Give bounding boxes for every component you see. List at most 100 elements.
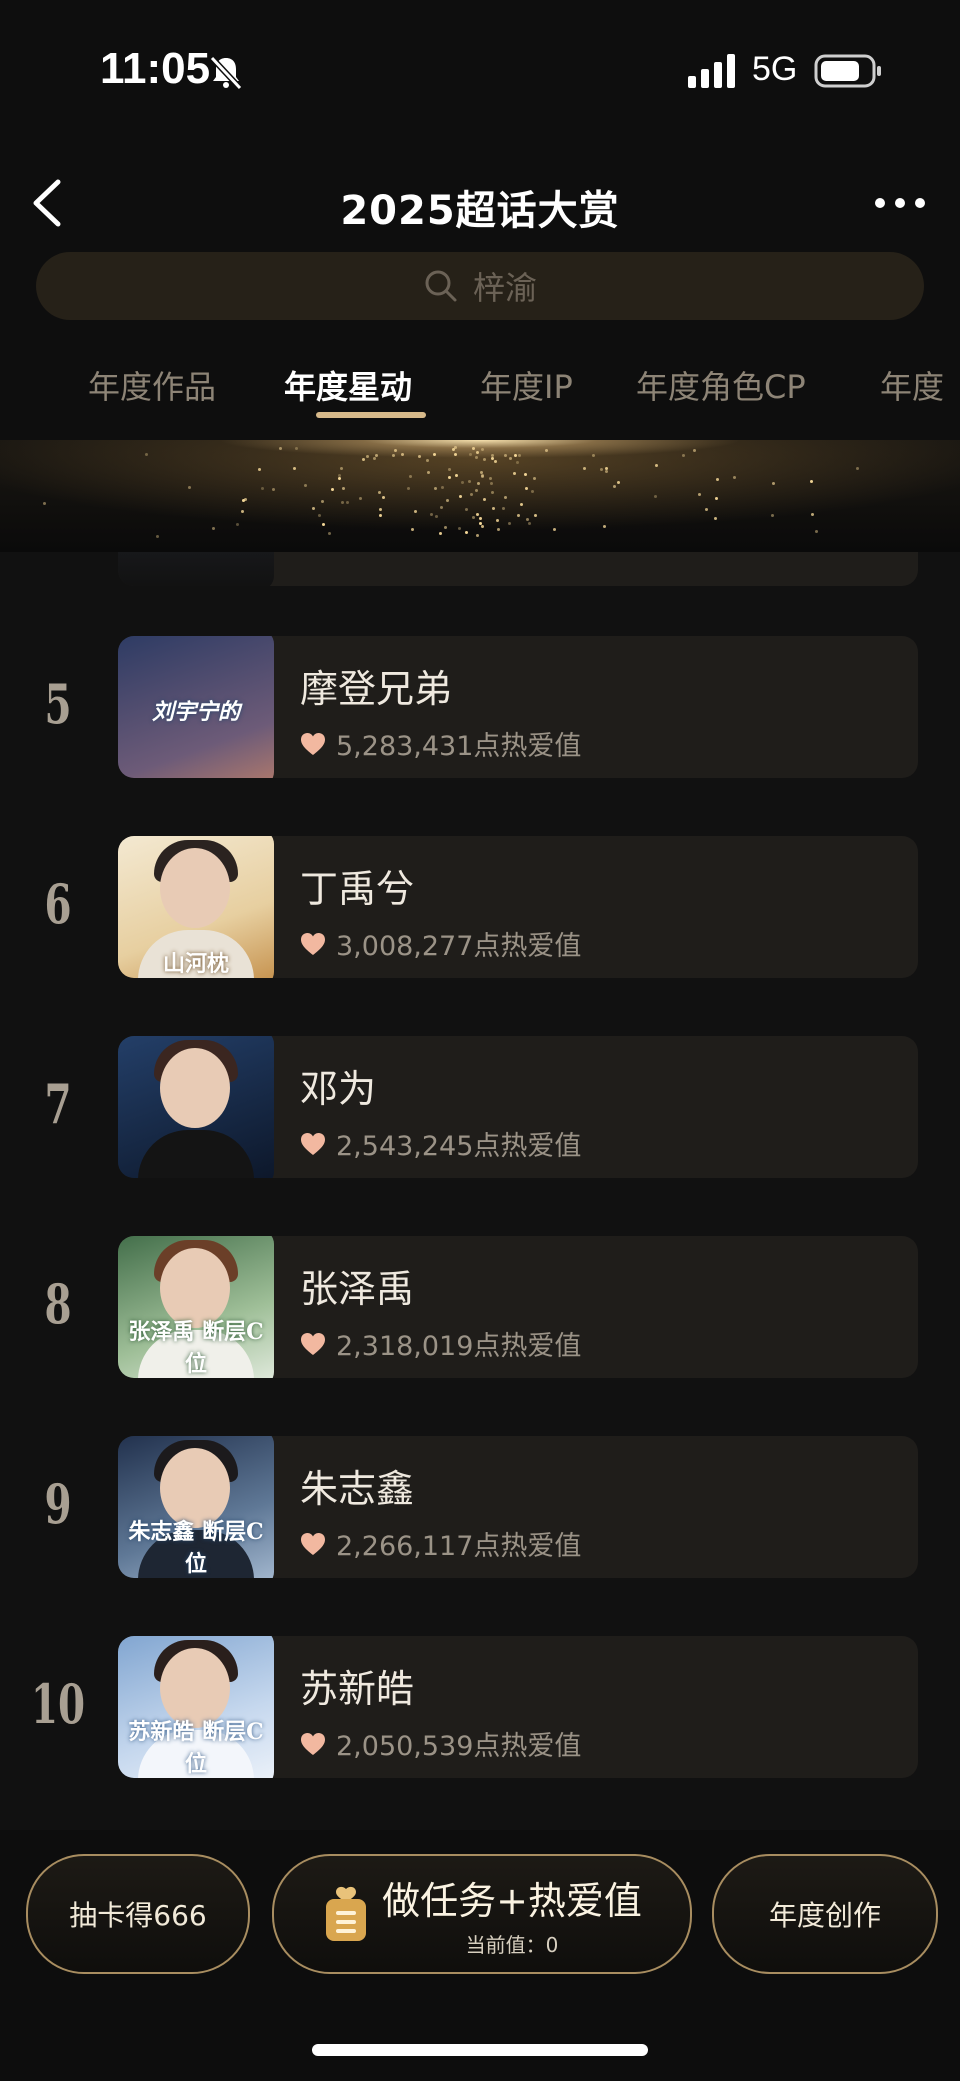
decorative-glow-banner <box>0 440 960 552</box>
sparkle-particle <box>653 494 657 498</box>
ranking-card-partial[interactable] <box>118 552 918 586</box>
sparkle-particle <box>810 480 814 484</box>
sparkle-particle <box>144 453 148 457</box>
ranking-row: 5 刘宇宁的 摩登兄弟 5,283,431点热爱值 <box>0 630 960 790</box>
sparkle-particle <box>304 483 308 487</box>
sparkle-particle <box>476 482 480 486</box>
sparkle-particle <box>616 480 620 484</box>
sparkle-particle <box>613 485 617 489</box>
sparkle-particle <box>497 527 501 531</box>
ranking-card[interactable]: 朱志鑫 断层C位 朱志鑫 2,266,117点热爱值 <box>118 1436 918 1578</box>
sparkle-particle <box>342 487 346 491</box>
ranking-card[interactable]: 苏新皓 断层C位 苏新皓 2,050,539点热爱值 <box>118 1636 918 1778</box>
ranking-card[interactable]: 邓为 2,543,245点热爱值 <box>118 1036 918 1178</box>
rank-number: 5 <box>44 672 72 736</box>
sparkle-particle <box>475 533 479 537</box>
sparkle-particle <box>331 488 335 492</box>
thumbnail-image: 刘宇宁的 <box>118 636 274 778</box>
sparkle-particle <box>524 487 528 491</box>
ranking-card[interactable]: 张泽禹 断层C位 张泽禹 2,318,019点热爱值 <box>118 1236 918 1378</box>
sparkle-particle <box>482 457 486 461</box>
header: 2025超话大赏 梓渝 年度作品 年度星动 年度IP 年度角色CP 年度 <box>0 140 960 440</box>
signal-icon <box>688 54 735 88</box>
sparkle-particle <box>705 507 709 511</box>
sparkle-particle <box>481 447 485 451</box>
search-bar[interactable]: 梓渝 <box>36 252 924 320</box>
sparkle-particle <box>433 453 437 457</box>
sparkle-particle <box>600 468 604 472</box>
sparkle-particle <box>526 517 530 521</box>
sparkle-particle <box>475 513 479 517</box>
battery-icon <box>814 54 881 88</box>
sparkle-particle <box>518 453 522 457</box>
thumbnail-image: 张泽禹 断层C位 <box>118 1236 274 1378</box>
sparkle-particle <box>714 517 718 521</box>
sparkle-particle <box>772 482 776 486</box>
heart-icon <box>301 1532 325 1555</box>
sparkle-particle <box>187 486 191 490</box>
task-texts: 做任务+热爱值 当前值：0 <box>382 1870 642 1958</box>
love-score: 2,050,539点热爱值 <box>336 1731 582 1762</box>
sparkle-particle <box>443 525 447 529</box>
ranking-card[interactable]: 刘宇宁的 摩登兄弟 5,283,431点热爱值 <box>118 636 918 778</box>
score-row: 3,008,277点热爱值 <box>300 924 581 963</box>
ranking-row: 7 邓为 2,543,245点热爱值 <box>0 1030 960 1190</box>
sparkle-particle <box>235 522 239 526</box>
thumbnail-partial <box>118 552 274 586</box>
network-type: 5G <box>752 50 798 88</box>
more-options-icon[interactable] <box>870 188 930 218</box>
sparkle-particle <box>533 476 537 480</box>
sparkle-particle <box>602 525 606 529</box>
ranking-row: 10 苏新皓 断层C位 苏新皓 2,050,539点热爱值 <box>0 1630 960 1790</box>
sparkle-particle <box>520 503 524 507</box>
thumbnail-caption: 苏新皓 断层C位 <box>128 1719 264 1777</box>
sparkle-particle <box>365 455 369 459</box>
ranking-card[interactable]: 山河枕 丁禹兮 3,008,277点热爱值 <box>118 836 918 978</box>
score-row: 2,318,019点热爱值 <box>300 1324 581 1363</box>
tab-annual-ip[interactable]: 年度IP <box>480 362 573 408</box>
rank-number: 9 <box>44 1472 72 1536</box>
heart-icon <box>301 1332 325 1355</box>
tab-annual-more[interactable]: 年度 <box>880 362 944 408</box>
sparkle-particle <box>810 513 814 517</box>
sparkle-particle <box>413 509 417 513</box>
thumbnail-caption: 山河枕 <box>162 951 229 977</box>
sparkle-particle <box>243 497 247 501</box>
sparkle-particle <box>406 486 410 490</box>
sparkle-particle <box>715 497 719 501</box>
draw-card-button[interactable]: 抽卡得666 <box>26 1854 250 1974</box>
sparkle-particle <box>523 472 527 476</box>
thumbnail-caption: 刘宇宁的 <box>151 699 240 725</box>
sparkle-particle <box>681 453 685 457</box>
search-icon <box>425 270 457 302</box>
thumbnail-caption: 张泽禹 断层C位 <box>128 1319 264 1377</box>
sparkle-particle <box>517 514 521 518</box>
sparkle-particle <box>337 477 341 481</box>
sparkle-particle <box>258 467 262 471</box>
sparkle-particle <box>493 459 497 463</box>
annual-creation-button[interactable]: 年度创作 <box>712 1854 938 1974</box>
sparkle-particle <box>459 494 463 498</box>
score-row: 2,543,245点热爱值 <box>300 1124 581 1163</box>
sparkle-particle <box>328 532 332 535</box>
sparkle-particle <box>292 466 296 470</box>
sparkle-particle <box>465 530 469 534</box>
tab-annual-character-cp[interactable]: 年度角色CP <box>636 362 806 408</box>
ranking-row: 6 山河枕 丁禹兮 3,008,277点热爱值 <box>0 830 960 990</box>
do-tasks-button[interactable]: 做任务+热爱值 当前值：0 <box>272 1854 692 1974</box>
sparkle-particle <box>604 470 608 474</box>
current-value: 当前值：0 <box>465 1933 559 1957</box>
home-indicator <box>312 2044 648 2056</box>
sparkle-particle <box>377 490 381 494</box>
tab-annual-stars[interactable]: 年度星动 <box>284 362 412 408</box>
sparkle-particle <box>480 525 484 529</box>
thumbnail-image: 山河枕 <box>118 836 274 978</box>
ranking-list: 5 刘宇宁的 摩登兄弟 5,283,431点热爱值 6 山河枕 丁禹兮 3,00… <box>0 552 960 1852</box>
sparkle-particle <box>295 447 299 451</box>
sparkle-particle <box>156 535 160 539</box>
love-score: 3,008,277点热爱值 <box>336 931 582 962</box>
bell-muted-icon <box>209 55 243 91</box>
sparkle-particle <box>345 501 349 505</box>
tab-annual-works[interactable]: 年度作品 <box>88 362 216 408</box>
star-name: 摩登兄弟 <box>300 667 453 711</box>
